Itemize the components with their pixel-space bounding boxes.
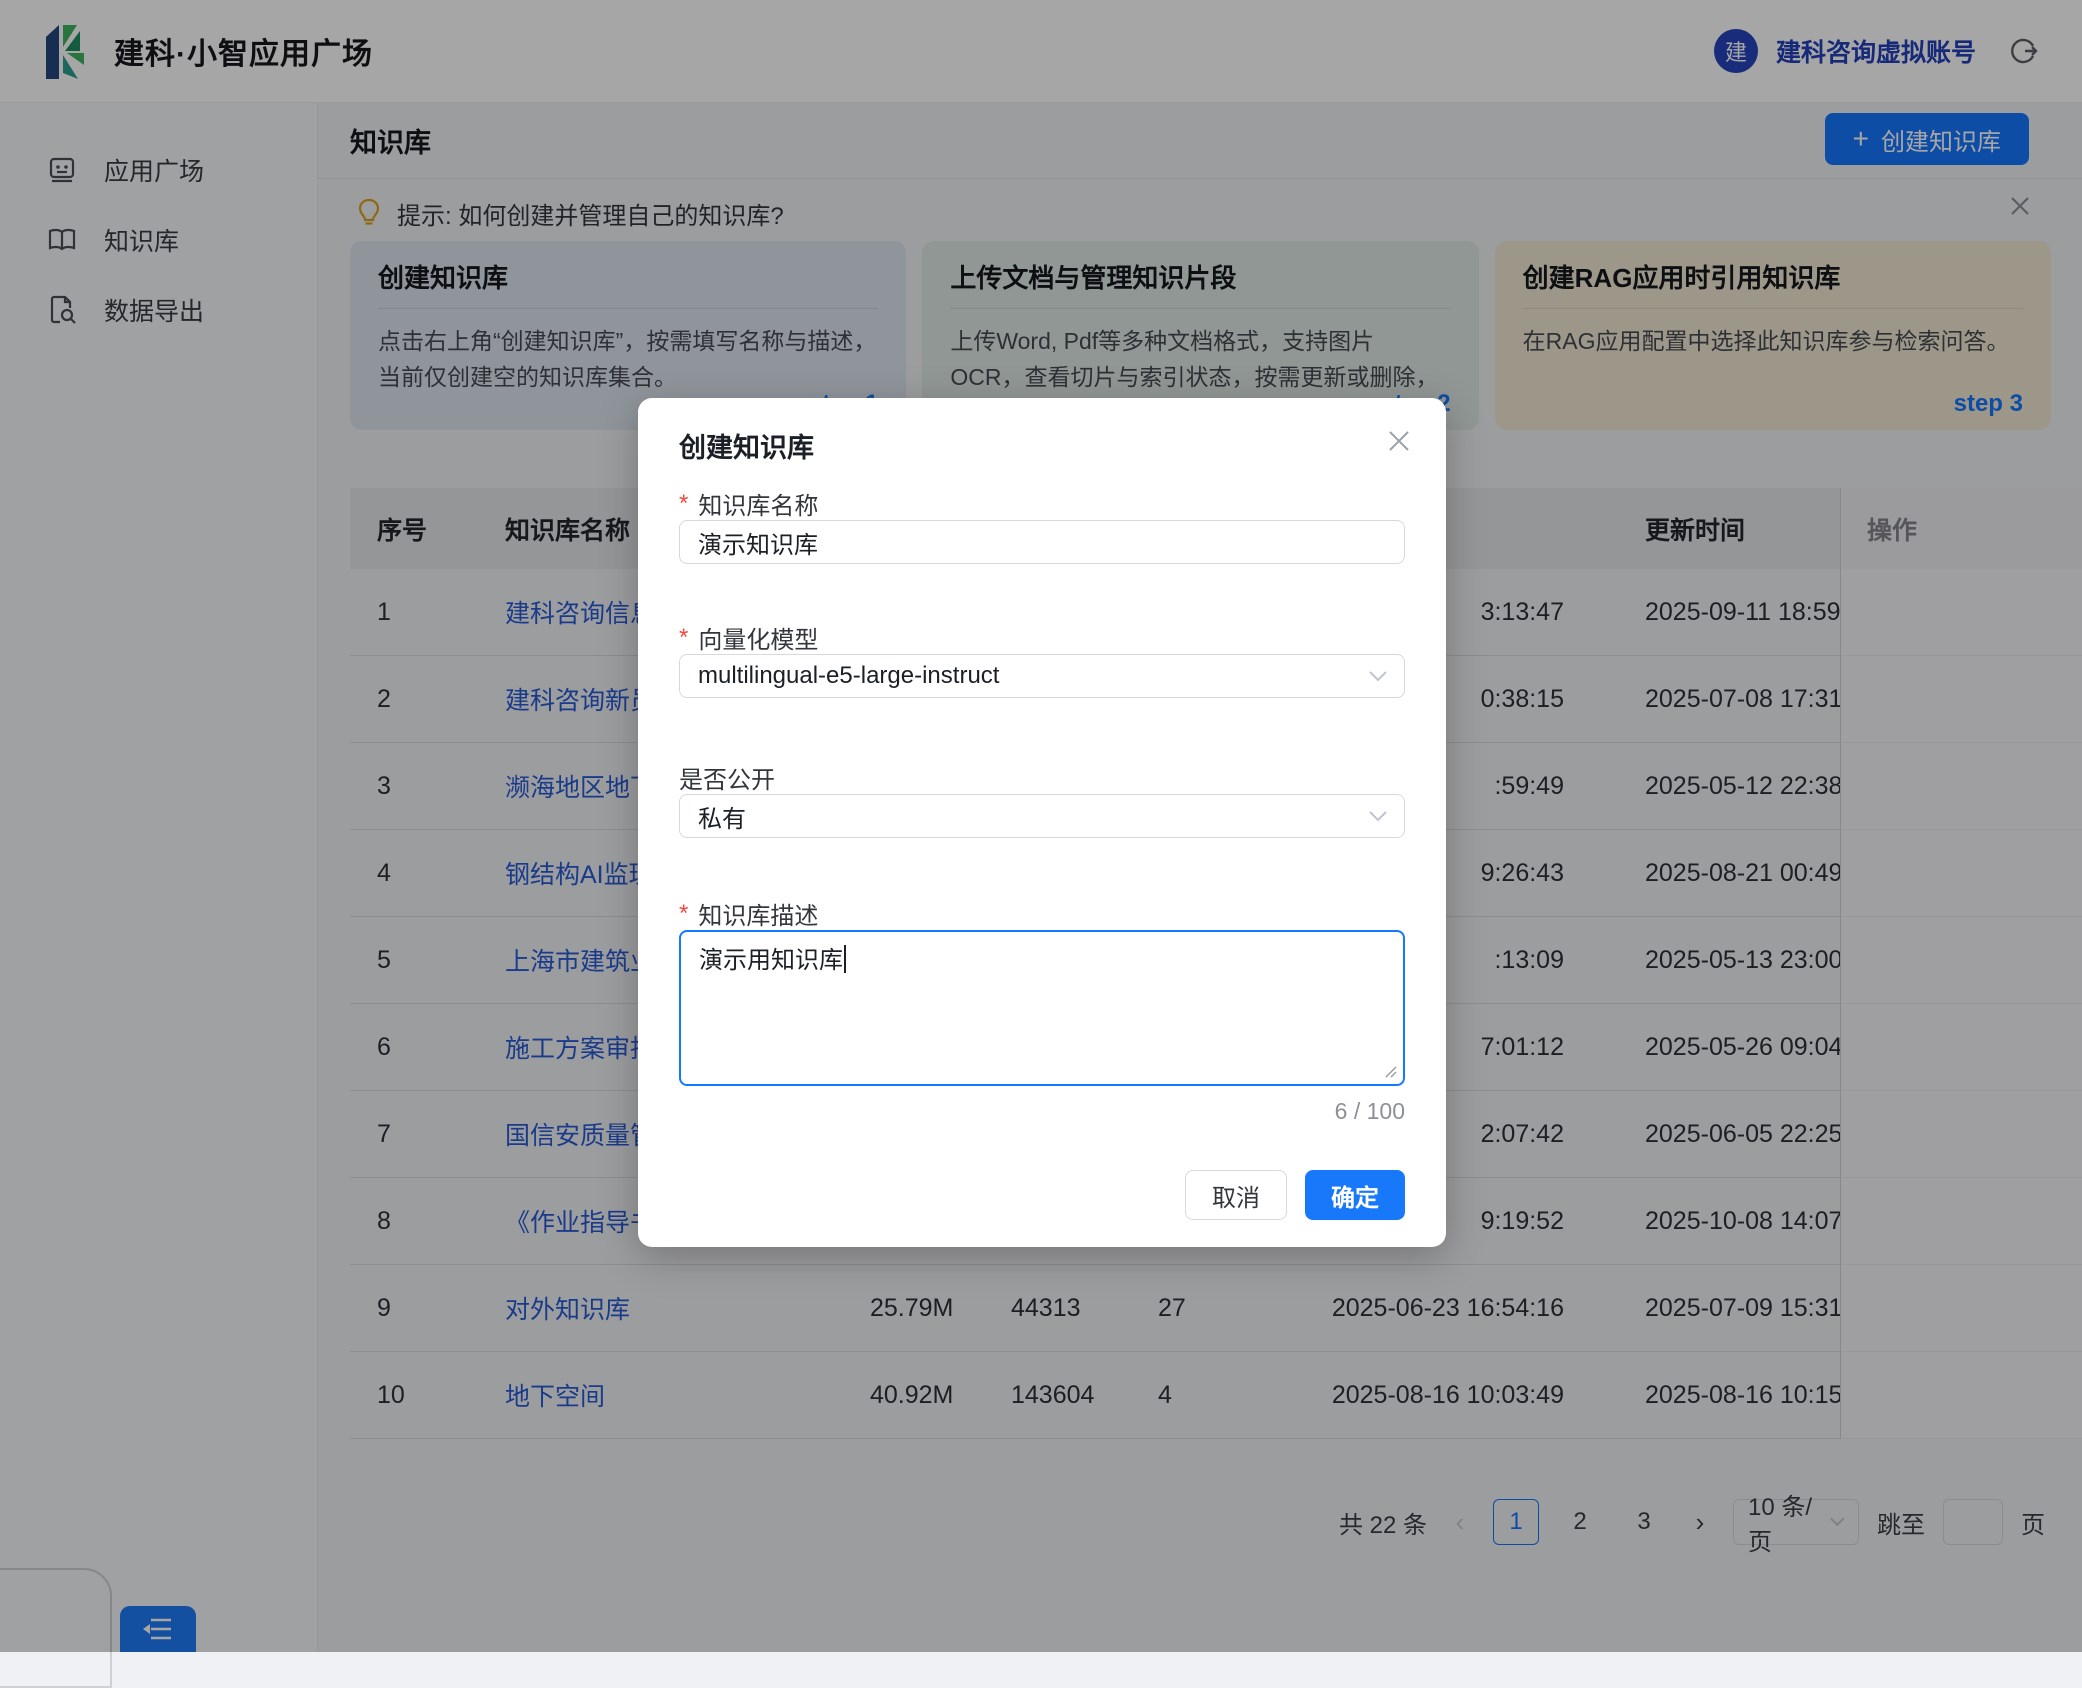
kb-description-label: 知识库描述 bbox=[679, 896, 818, 931]
kb-name-input[interactable]: 演示知识库 bbox=[679, 520, 1405, 564]
visibility-label: 是否公开 bbox=[679, 760, 775, 795]
kb-name-label: 知识库名称 bbox=[679, 486, 818, 521]
text-caret bbox=[844, 945, 846, 973]
create-kb-modal: 创建知识库 知识库名称 演示知识库 向量化模型 multilingual-e5-… bbox=[638, 398, 1446, 1247]
modal-title: 创建知识库 bbox=[679, 426, 814, 465]
embedding-model-select[interactable]: multilingual-e5-large-instruct bbox=[679, 654, 1405, 698]
chevron-down-icon bbox=[1368, 670, 1388, 683]
confirm-button[interactable]: 确定 bbox=[1305, 1170, 1405, 1220]
modal-close-icon[interactable] bbox=[1384, 426, 1414, 456]
cancel-button[interactable]: 取消 bbox=[1185, 1170, 1287, 1220]
kb-description-textarea[interactable]: 演示用知识库 bbox=[679, 930, 1405, 1086]
chevron-down-icon bbox=[1368, 810, 1388, 823]
visibility-select[interactable]: 私有 bbox=[679, 794, 1405, 838]
char-counter: 6 / 100 bbox=[1335, 1098, 1405, 1125]
embedding-model-label: 向量化模型 bbox=[679, 620, 818, 655]
resize-handle-icon[interactable] bbox=[1384, 1065, 1398, 1079]
